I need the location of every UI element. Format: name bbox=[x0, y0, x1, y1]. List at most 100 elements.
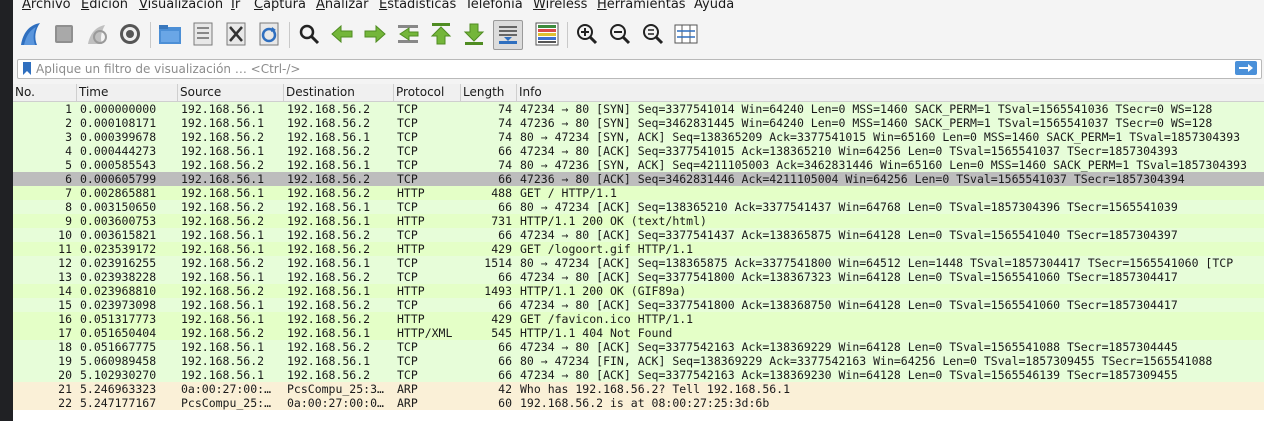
column-header-time[interactable]: Time bbox=[77, 84, 178, 101]
go-last-icon[interactable] bbox=[460, 20, 488, 48]
cell-source: 192.168.56.2 bbox=[181, 214, 265, 228]
menu-wireless[interactable]: Wireless bbox=[533, 0, 587, 14]
cell-info: HTTP/1.1 200 OK (GIF89a) bbox=[520, 284, 687, 298]
table-row[interactable]: 21 5.246963323 0a:00:27:00:… PcsCompu_25:3…… bbox=[13, 382, 1264, 396]
column-header-destination[interactable]: Destination bbox=[284, 84, 394, 101]
table-row[interactable]: 19 5.060989458 192.168.56.2 192.168.56.1 TCP… bbox=[13, 354, 1264, 368]
go-to-packet-icon[interactable] bbox=[394, 20, 422, 48]
resize-columns-icon[interactable] bbox=[672, 20, 700, 48]
auto-scroll-icon[interactable] bbox=[493, 20, 523, 50]
cell-time: 0.023539172 bbox=[80, 242, 157, 256]
cell-protocol: TCP bbox=[397, 172, 418, 186]
menu-edicion[interactable]: Edición bbox=[81, 0, 128, 14]
table-row[interactable]: 11 0.023539172 192.168.56.1 192.168.56.2 HTT… bbox=[13, 242, 1264, 256]
zoom-out-icon[interactable] bbox=[606, 20, 634, 48]
table-row[interactable]: 2 0.000108171 192.168.56.1 192.168.56.2 TCP 7… bbox=[13, 116, 1264, 130]
cell-info: 80 → 47234 [ACK] Seq=138365875 Ack=33775… bbox=[520, 256, 1234, 270]
toolbar-separator bbox=[150, 22, 151, 48]
cell-destination: 192.168.56.1 bbox=[287, 130, 371, 144]
table-row[interactable]: 10 0.003615821 192.168.56.1 192.168.56.2 TCP… bbox=[13, 228, 1264, 242]
menu-telefonia[interactable]: Telefonía bbox=[465, 0, 523, 14]
column-header-source[interactable]: Source bbox=[178, 84, 284, 101]
close-file-icon[interactable] bbox=[222, 20, 250, 48]
cell-length: 66 bbox=[498, 144, 512, 158]
menu-herramientas[interactable]: Herramientas bbox=[597, 0, 686, 14]
menu-visualizacion[interactable]: Visualización bbox=[139, 0, 223, 14]
table-row[interactable]: 15 0.023973098 192.168.56.1 192.168.56.2 TCP… bbox=[13, 298, 1264, 312]
menu-ir[interactable]: Ir bbox=[231, 0, 240, 14]
shark-fin-start-icon[interactable] bbox=[17, 20, 45, 48]
cell-source: 192.168.56.1 bbox=[181, 228, 265, 242]
cell-info: GET /logoort.gif HTTP/1.1 bbox=[520, 242, 694, 256]
reload-file-icon[interactable] bbox=[255, 20, 283, 48]
find-packet-icon[interactable] bbox=[295, 20, 323, 48]
table-row[interactable]: 6 0.000605799 192.168.56.1 192.168.56.2 TCP 6… bbox=[13, 172, 1264, 186]
cell-destination: 192.168.56.2 bbox=[287, 186, 371, 200]
zoom-normal-icon[interactable] bbox=[639, 20, 667, 48]
menu-estadisticas[interactable]: Estadísticas bbox=[379, 0, 456, 14]
column-header-length[interactable]: Length bbox=[461, 84, 517, 101]
table-row[interactable]: 8 0.003150650 192.168.56.2 192.168.56.1 TCP 6… bbox=[13, 200, 1264, 214]
display-filter-input[interactable] bbox=[36, 60, 1216, 78]
cell-time: 0.000585543 bbox=[80, 158, 157, 172]
bookmark-icon[interactable] bbox=[22, 62, 32, 76]
menu-archivo[interactable]: Archivo bbox=[22, 0, 71, 14]
menu-ayuda[interactable]: Ayuda bbox=[694, 0, 734, 14]
cell-destination: 192.168.56.1 bbox=[287, 326, 371, 340]
cell-destination: 192.168.56.2 bbox=[287, 144, 371, 158]
go-forward-icon[interactable] bbox=[361, 20, 389, 48]
table-row[interactable]: 3 0.000399678 192.168.56.2 192.168.56.1 TCP 7… bbox=[13, 130, 1264, 144]
cell-source: 192.168.56.2 bbox=[181, 158, 265, 172]
table-row[interactable]: 17 0.051650404 192.168.56.2 192.168.56.1 HTT… bbox=[13, 326, 1264, 340]
open-file-icon[interactable] bbox=[156, 20, 184, 48]
cell-time: 0.051317773 bbox=[80, 312, 157, 326]
cell-length: 74 bbox=[498, 102, 512, 116]
table-row[interactable]: 9 0.003600753 192.168.56.2 192.168.56.1 HTTP… bbox=[13, 214, 1264, 228]
table-row[interactable]: 18 0.051667775 192.168.56.1 192.168.56.2 TCP… bbox=[13, 340, 1264, 354]
menu-captura[interactable]: Captura bbox=[254, 0, 306, 14]
cell-protocol: ARP bbox=[397, 382, 418, 396]
apply-filter-button[interactable] bbox=[1235, 61, 1257, 75]
column-header-info[interactable]: Info bbox=[517, 84, 1264, 101]
cell-info: 80 → 47234 [ACK] Seq=138365210 Ack=33775… bbox=[520, 200, 1178, 214]
column-header-protocol[interactable]: Protocol bbox=[394, 84, 461, 101]
cell-source: 192.168.56.1 bbox=[181, 186, 265, 200]
toolbar-separator bbox=[567, 22, 568, 48]
zoom-in-icon[interactable] bbox=[573, 20, 601, 48]
table-row[interactable]: 20 5.102930270 192.168.56.1 192.168.56.2 TCP… bbox=[13, 368, 1264, 382]
cell-time: 0.002865881 bbox=[80, 186, 157, 200]
table-row[interactable]: 5 0.000585543 192.168.56.2 192.168.56.1 TCP 7… bbox=[13, 158, 1264, 172]
capture-options-icon[interactable] bbox=[116, 20, 144, 48]
menu-analizar[interactable]: Analizar bbox=[316, 0, 368, 14]
packet-list-header: No. Time Source Destination Protocol Len… bbox=[13, 84, 1264, 102]
cell-destination: 192.168.56.1 bbox=[287, 354, 371, 368]
restart-capture-icon[interactable] bbox=[83, 20, 111, 48]
table-row[interactable]: 22 5.247177167 PcsCompu_25:… 0a:00:27:00:0…… bbox=[13, 396, 1264, 410]
cell-length: 1493 bbox=[484, 284, 512, 298]
table-row[interactable]: 12 0.023916255 192.168.56.2 192.168.56.1 TCP… bbox=[13, 256, 1264, 270]
column-header-no[interactable]: No. bbox=[13, 84, 77, 101]
go-first-icon[interactable] bbox=[427, 20, 455, 48]
cell-no: 3 bbox=[65, 130, 72, 144]
cell-source: 0a:00:27:00:… bbox=[181, 382, 272, 396]
go-back-icon[interactable] bbox=[328, 20, 356, 48]
save-file-icon[interactable] bbox=[189, 20, 217, 48]
table-row[interactable]: 13 0.023938228 192.168.56.1 192.168.56.2 TCP… bbox=[13, 270, 1264, 284]
table-row[interactable]: 4 0.000444273 192.168.56.1 192.168.56.2 TCP 6… bbox=[13, 144, 1264, 158]
table-row[interactable]: 16 0.051317773 192.168.56.1 192.168.56.2 HTT… bbox=[13, 312, 1264, 326]
stop-capture-icon[interactable] bbox=[50, 20, 78, 48]
table-row[interactable]: 7 0.002865881 192.168.56.1 192.168.56.2 HTTP… bbox=[13, 186, 1264, 200]
cell-time: 0.000000000 bbox=[80, 102, 157, 116]
packet-list[interactable]: No. Time Source Destination Protocol Len… bbox=[13, 84, 1264, 421]
cell-length: 429 bbox=[491, 242, 512, 256]
display-filter-field[interactable] bbox=[17, 59, 1262, 79]
cell-length: 731 bbox=[491, 214, 512, 228]
arrow-right-icon bbox=[1239, 64, 1253, 72]
cell-time: 0.023938228 bbox=[80, 270, 157, 284]
table-row[interactable]: 1 0.000000000 192.168.56.1 192.168.56.2 TCP 7… bbox=[13, 102, 1264, 116]
cell-time: 0.000399678 bbox=[80, 130, 157, 144]
cell-source: 192.168.56.1 bbox=[181, 116, 265, 130]
cell-no: 2 bbox=[65, 116, 72, 130]
table-row[interactable]: 14 0.023968810 192.168.56.2 192.168.56.1 HTT… bbox=[13, 284, 1264, 298]
colorize-icon[interactable] bbox=[533, 20, 561, 48]
